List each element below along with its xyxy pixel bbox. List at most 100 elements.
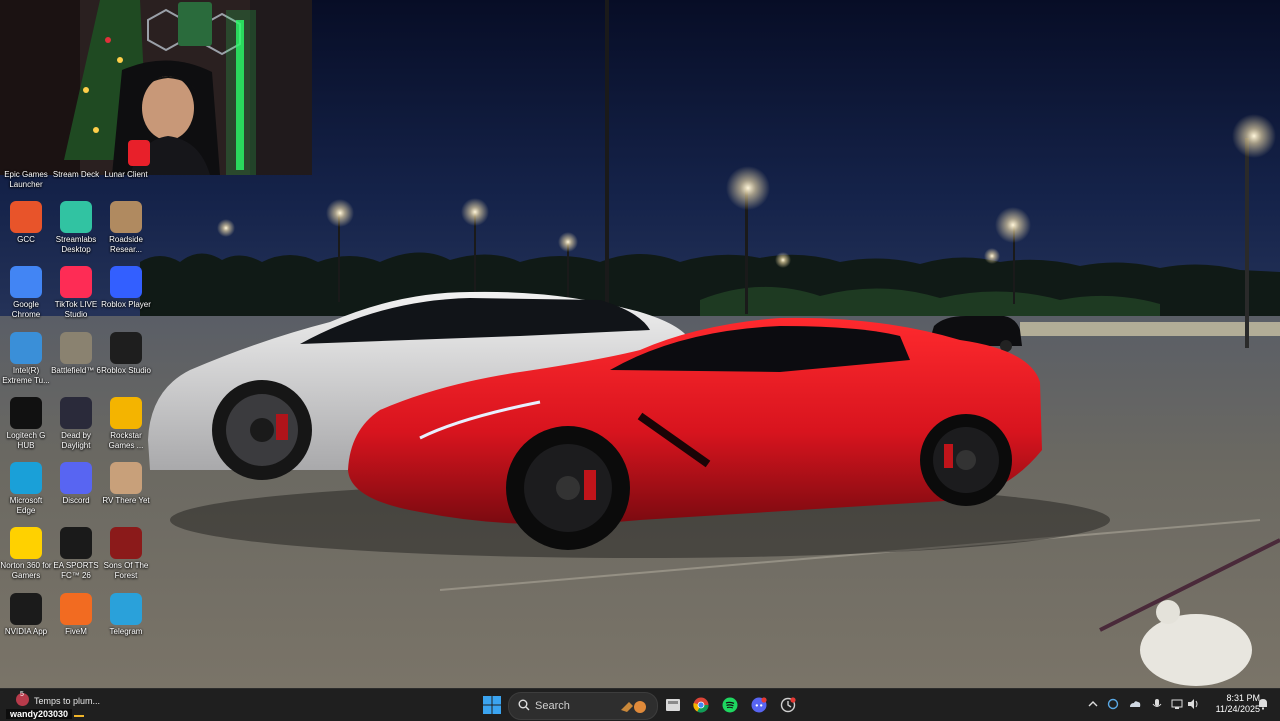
desktop-icon-discord[interactable]: Discord <box>50 462 102 506</box>
logitech-ghub-icon <box>10 397 42 429</box>
spotify-icon <box>722 697 738 713</box>
desktop-icon-ea-fc[interactable]: EA SPORTS FC™ 26 <box>50 527 102 580</box>
battlefield-icon <box>60 332 92 364</box>
desktop-icon-label: Roadside Resear... <box>109 235 143 254</box>
desktop-icon-epic-games[interactable]: Epic Games Launcher <box>0 170 52 189</box>
start-button[interactable] <box>480 693 504 717</box>
norton-icon <box>10 527 42 559</box>
notification-bell-icon[interactable] <box>1256 697 1270 711</box>
volume-icon[interactable] <box>1186 697 1200 711</box>
desktop-icon-label: Epic Games Launcher <box>4 170 48 189</box>
windows-icon <box>483 696 501 714</box>
desktop-icon-label: Sons Of The Forest <box>103 561 149 580</box>
chrome-icon <box>693 697 709 713</box>
desktop-icon-label: TikTok LIVE Studio <box>54 300 98 319</box>
desktop-icon-label: GCC <box>17 235 35 244</box>
edge-icon <box>10 462 42 494</box>
desktop-icon-streamlabs[interactable]: Streamlabs Desktop <box>50 201 102 254</box>
desktop-icon-label: Telegram <box>109 627 143 636</box>
notification-progress <box>74 715 84 717</box>
desktop-icon-telegram[interactable]: Telegram <box>100 593 152 637</box>
desktop-icon-label: Stream Deck <box>52 170 100 179</box>
sons-of-the-forest-icon <box>110 527 142 559</box>
roblox-player-icon <box>110 266 142 298</box>
gcc-icon <box>10 201 42 233</box>
desktop-icon-label: Roblox Player <box>101 300 151 309</box>
desktop-icon-label: Roblox Studio <box>101 366 151 375</box>
clock-date: 11/24/2025 <box>1215 704 1260 714</box>
desktop-icon-battlefield[interactable]: Battlefield™ 6 <box>50 332 102 376</box>
desktop-icon-tiktok[interactable]: TikTok LIVE Studio <box>50 266 102 319</box>
spotify-taskbar-button[interactable] <box>718 693 742 717</box>
search-input[interactable]: Search <box>508 692 658 720</box>
desktop-icon-label: Logitech G HUB <box>6 431 46 450</box>
telegram-icon <box>110 593 142 625</box>
microphone-icon[interactable] <box>1150 697 1164 711</box>
desktop-icon-roadside-research[interactable]: Roadside Resear... <box>100 201 152 254</box>
clock-time: 8:31 PM <box>1226 693 1260 703</box>
desktop-icon-label: Microsoft Edge <box>9 496 43 515</box>
desktop-icon-intel-xtu[interactable]: Intel(R) Extreme Tu... <box>0 332 52 385</box>
desktop-icon-label: EA SPORTS FC™ 26 <box>53 561 99 580</box>
desktop-icon-label: FiveM <box>65 627 87 636</box>
desktop-icon-nvidia[interactable]: NVIDIA App <box>0 593 52 637</box>
desktop-icon-roblox-player[interactable]: Roblox Player <box>100 266 152 310</box>
chrome-taskbar-button[interactable] <box>689 693 713 717</box>
desktop-icon-label: RV There Yet <box>102 496 150 505</box>
search-icon <box>518 699 530 711</box>
desktop-icon-edge[interactable]: Microsoft Edge <box>0 462 52 515</box>
desktop-icon-sons-of-the-forest[interactable]: Sons Of The Forest <box>100 527 152 580</box>
search-placeholder: Search <box>535 700 570 712</box>
fivem-icon <box>60 593 92 625</box>
notification-username: wandy203030 <box>6 709 73 719</box>
discord-icon <box>751 697 767 713</box>
desktop-icon-label: Discord <box>62 496 90 505</box>
desktop-icon-gcc[interactable]: GCC <box>0 201 52 245</box>
app-taskbar-button[interactable] <box>776 693 800 717</box>
notification-title: Temps to plum... <box>34 696 101 706</box>
rockstar-icon <box>110 397 142 429</box>
desktop-icon-fivem[interactable]: FiveM <box>50 593 102 637</box>
folder-icon <box>666 699 680 711</box>
desktop-icon-dead-by-daylight[interactable]: Dead by Daylight <box>50 397 102 450</box>
desktop-icon-logitech-ghub[interactable]: Logitech G HUB <box>0 397 52 450</box>
dead-by-daylight-icon <box>60 397 92 429</box>
taskbar: 5 Temps to plum... wandy203030 Search 8:… <box>0 688 1280 721</box>
desktop-icon-stream-deck[interactable]: Stream Deck <box>50 170 102 179</box>
notification-badge: 5 <box>20 691 24 698</box>
desktop-icon-rv-there-yet[interactable]: RV There Yet <box>100 462 152 506</box>
desktop-icon-roblox-studio[interactable]: Roblox Studio <box>100 332 152 376</box>
desktop-icon-chrome[interactable]: Google Chrome <box>0 266 52 319</box>
nvidia-icon <box>10 593 42 625</box>
sync-icon[interactable] <box>1106 697 1120 711</box>
discord-taskbar-button[interactable] <box>747 693 771 717</box>
desktop-icon-norton[interactable]: Norton 360 for Gamers <box>0 527 52 580</box>
chevron-up-icon[interactable] <box>1086 697 1100 711</box>
taskbar-clock[interactable]: 8:31 PM 11/24/2025 <box>1200 693 1260 715</box>
rv-there-yet-icon <box>110 462 142 494</box>
webcam-overlay <box>0 0 312 175</box>
desktop-icon-lunar-client[interactable]: Lunar Client <box>100 170 152 179</box>
desktop-icon-label: Streamlabs Desktop <box>55 235 97 254</box>
app-icon <box>780 697 796 713</box>
desktop-icon-label: Dead by Daylight <box>61 431 91 450</box>
streamlabs-icon <box>60 201 92 233</box>
roblox-studio-icon <box>110 332 142 364</box>
desktop-icon-rockstar[interactable]: Rockstar Games ... <box>100 397 152 450</box>
desktop-icon-label: Norton 360 for Gamers <box>0 561 52 580</box>
desktop-icon-label: Lunar Client <box>104 170 148 179</box>
desktop-icon-label: Intel(R) Extreme Tu... <box>2 366 50 385</box>
notification-toast[interactable]: 5 Temps to plum... wandy203030 <box>6 691 318 719</box>
search-highlight-icon <box>621 701 646 713</box>
desktop-icon-label: Rockstar Games ... <box>108 431 144 450</box>
onedrive-icon[interactable] <box>1128 697 1142 711</box>
desktop-icon-label: NVIDIA App <box>4 627 48 636</box>
desktop-icon-label: Google Chrome <box>11 300 41 319</box>
roadside-research-icon <box>110 201 142 233</box>
discord-icon <box>60 462 92 494</box>
tiktok-icon <box>60 266 92 298</box>
file-explorer-button[interactable] <box>661 693 685 717</box>
network-icon[interactable] <box>1170 697 1184 711</box>
ea-fc-icon <box>60 527 92 559</box>
intel-xtu-icon <box>10 332 42 364</box>
